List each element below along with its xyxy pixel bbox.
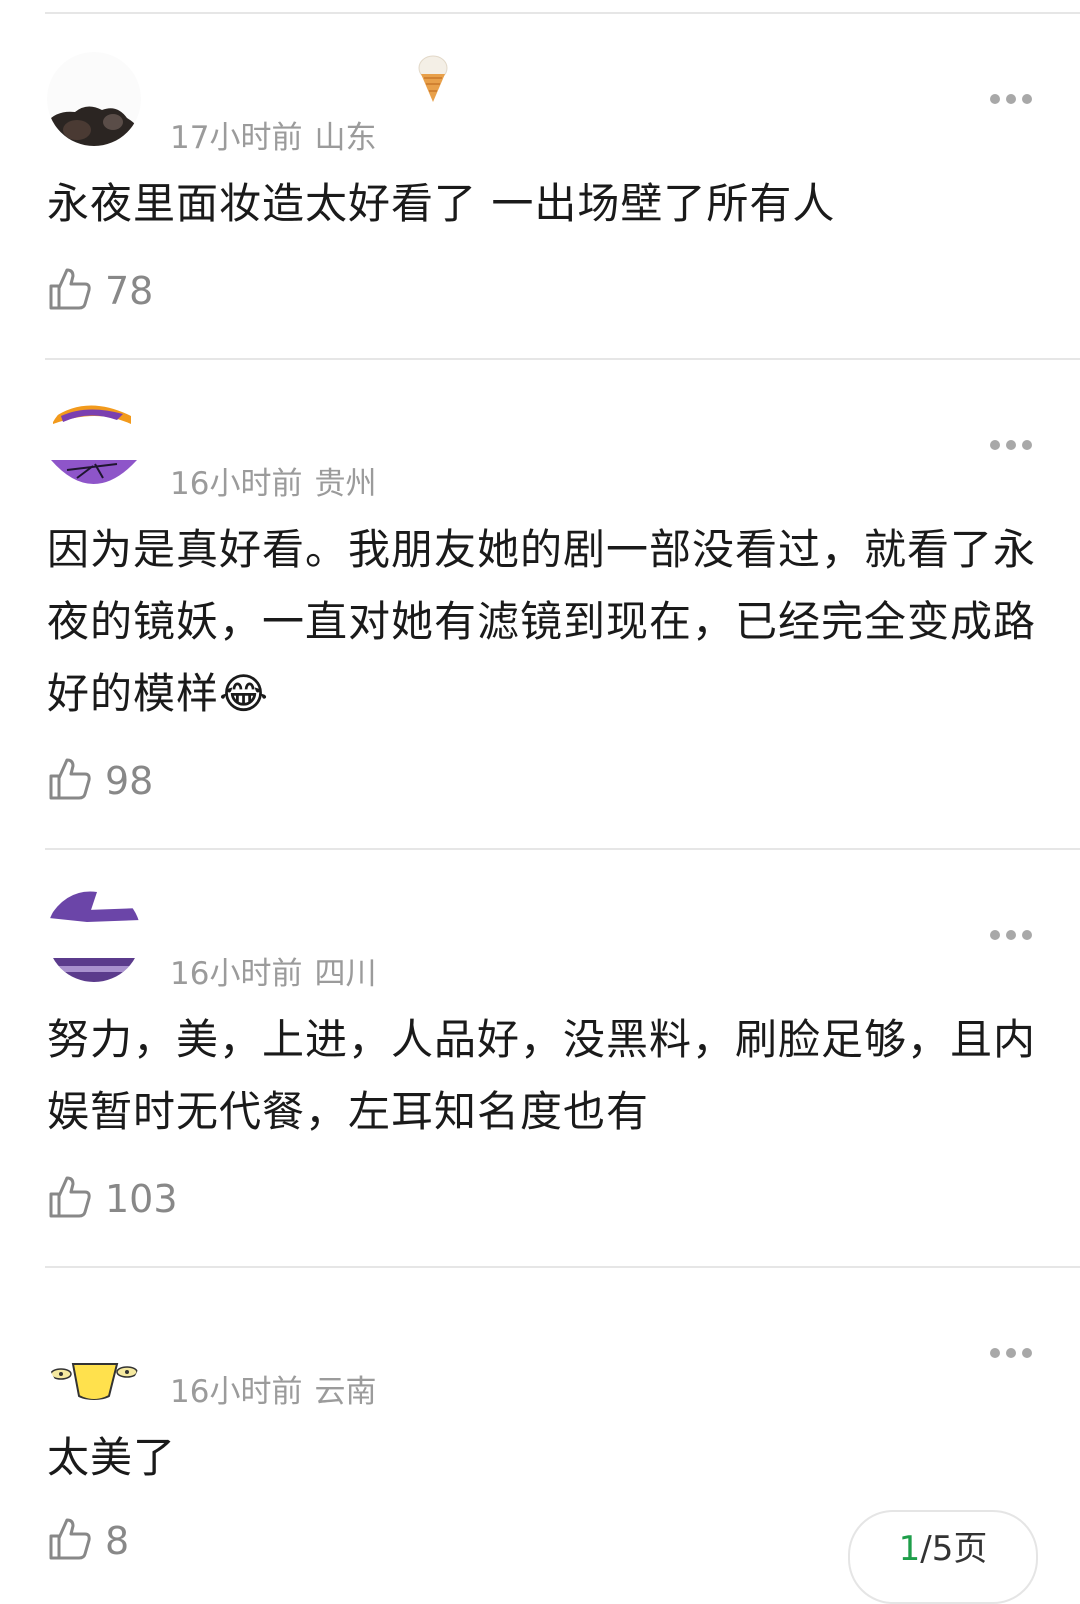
top-divider	[45, 12, 1080, 14]
user-avatar[interactable]	[47, 888, 141, 982]
comment-location: 云南	[314, 1374, 377, 1410]
comment-divider	[45, 1266, 1080, 1268]
more-dots-icon[interactable]	[990, 94, 1032, 104]
comment-time: 16小时前	[170, 466, 303, 502]
page-indicator[interactable]: 1/5页	[848, 1510, 1038, 1604]
comment-meta: 16小时前 云南	[170, 1366, 376, 1411]
comment-meta: 16小时前 四川	[170, 948, 376, 993]
comment-meta: 17小时前 山东	[170, 112, 376, 157]
like-button[interactable]: 98	[47, 756, 153, 806]
like-count: 8	[105, 1519, 130, 1563]
comment-text: 努力，美，上进，人品好，没黑料，刷脸足够，且内娱暂时无代餐，左耳知名度也有	[47, 1015, 1037, 1136]
comment-meta: 16小时前 贵州	[170, 458, 376, 503]
comment-time: 17小时前	[170, 120, 303, 156]
thumbs-up-icon	[47, 756, 93, 806]
page-total: /5页	[920, 1529, 988, 1569]
thumbs-up-icon	[47, 1174, 93, 1224]
like-button[interactable]: 8	[47, 1516, 129, 1566]
comment-text-body: 因为是真好看。我朋友她的剧一部没看过，就看了永夜的镜妖，一直对她有滤镜到现在，已…	[47, 525, 1037, 718]
comment-time: 16小时前	[170, 1374, 303, 1410]
laughing-emoji-icon: 😂	[219, 669, 270, 718]
comment-divider	[45, 358, 1080, 360]
comment-location: 贵州	[314, 466, 377, 502]
comment-text: 永夜里面妆造太好看了 一出场壁了所有人	[47, 179, 836, 228]
thumbs-up-icon	[47, 266, 93, 316]
thumbs-up-icon	[47, 1516, 93, 1566]
more-dots-icon[interactable]	[990, 1348, 1032, 1358]
ice-cream-icon	[414, 54, 452, 108]
more-dots-icon[interactable]	[990, 440, 1032, 450]
user-avatar[interactable]	[47, 398, 141, 492]
like-button[interactable]: 78	[47, 266, 153, 316]
comment-divider	[45, 848, 1080, 850]
user-avatar[interactable]	[47, 1306, 141, 1400]
comment-text: 因为是真好看。我朋友她的剧一部没看过，就看了永夜的镜妖，一直对她有滤镜到现在，已…	[47, 514, 1037, 730]
like-count: 98	[105, 759, 154, 803]
comment-text: 太美了	[47, 1433, 177, 1482]
like-count: 78	[105, 269, 154, 313]
page-current: 1	[898, 1529, 921, 1569]
more-dots-icon[interactable]	[990, 930, 1032, 940]
like-button[interactable]: 103	[47, 1174, 178, 1224]
like-count: 103	[105, 1177, 178, 1221]
comment-location: 四川	[314, 956, 377, 992]
comment-time: 16小时前	[170, 956, 303, 992]
comment-location: 山东	[314, 120, 377, 156]
user-avatar[interactable]	[47, 52, 141, 146]
